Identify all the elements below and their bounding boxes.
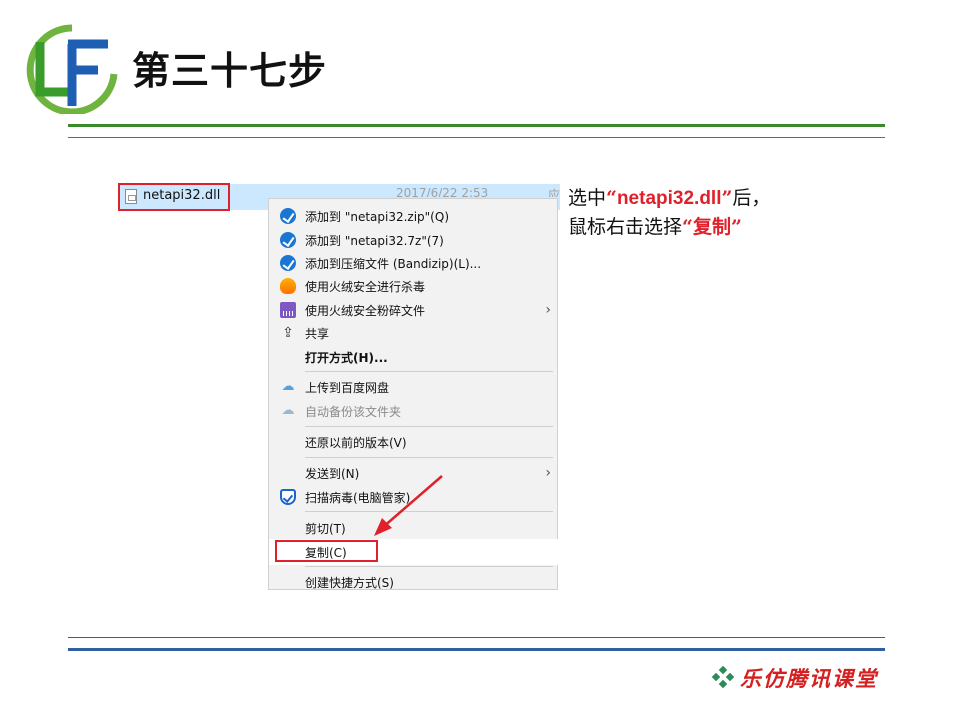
- slide-title: 第三十七步: [132, 49, 328, 93]
- instruction-line-1: 选中“netapi32.dll”后，: [568, 187, 771, 209]
- huorong-icon: [280, 278, 296, 294]
- filename-highlight: netapi32.dll: [616, 188, 722, 209]
- pointer-arrow: [374, 475, 443, 536]
- menu-item-add-7z[interactable]: 添加到 "netapi32.7z"(7): [269, 229, 557, 251]
- shredder-icon: [280, 302, 296, 318]
- menu-separator: [305, 371, 553, 372]
- baidu-cloud-icon: ☁: [281, 403, 295, 418]
- menu-item-add-archive[interactable]: 添加到压缩文件 (Bandizip)(L)...: [269, 252, 557, 274]
- submenu-arrow-icon: ›: [545, 465, 551, 481]
- menu-item-huorong-scan[interactable]: 使用火绒安全进行杀毒: [269, 275, 557, 297]
- lf-logo: [26, 24, 118, 114]
- action-highlight: “复制”: [682, 216, 742, 238]
- menu-separator: [305, 566, 553, 567]
- baidu-cloud-icon: ☁: [281, 379, 295, 394]
- submenu-arrow-icon: ›: [545, 302, 551, 318]
- menu-item-share[interactable]: ⇪ 共享: [269, 322, 557, 344]
- file-highlight-box: [118, 183, 230, 211]
- share-icon: ⇪: [282, 325, 294, 341]
- menu-item-add-zip[interactable]: 添加到 "netapi32.zip"(Q): [269, 205, 557, 227]
- menu-separator: [305, 457, 553, 458]
- bandizip-icon: [280, 255, 296, 271]
- header-rule-thin: [68, 137, 885, 138]
- diamond-cluster-icon: [711, 666, 735, 689]
- footer-brand: 乐仿腾讯课堂: [740, 666, 878, 691]
- menu-item-upload-baidu[interactable]: ☁ 上传到百度网盘: [269, 376, 557, 398]
- file-type-partial: 应: [548, 188, 561, 197]
- menu-separator: [305, 426, 553, 427]
- menu-item-create-shortcut[interactable]: 创建快捷方式(S): [269, 571, 557, 593]
- bandizip-icon: [280, 232, 296, 248]
- menu-item-huorong-shred[interactable]: 使用火绒安全粉碎文件 ›: [269, 299, 557, 321]
- menu-item-auto-backup[interactable]: ☁ 自动备份该文件夹: [269, 400, 557, 422]
- instruction-note: 选中“netapi32.dll”后， 鼠标右击选择“复制”: [568, 184, 770, 241]
- instruction-line-2: 鼠标右击选择“复制”: [568, 216, 742, 238]
- bandizip-icon: [280, 208, 296, 224]
- shield-icon: [280, 489, 296, 505]
- menu-item-open-with[interactable]: 打开方式(H)...: [269, 346, 557, 368]
- copy-highlight-box: [275, 540, 378, 562]
- header-rule-thick: [68, 124, 885, 127]
- file-date: 2017/6/22 2:53: [396, 186, 489, 197]
- menu-item-restore-versions[interactable]: 还原以前的版本(V): [269, 431, 557, 453]
- footer-rule-thin: [68, 637, 885, 638]
- footer-rule-thick: [68, 648, 885, 651]
